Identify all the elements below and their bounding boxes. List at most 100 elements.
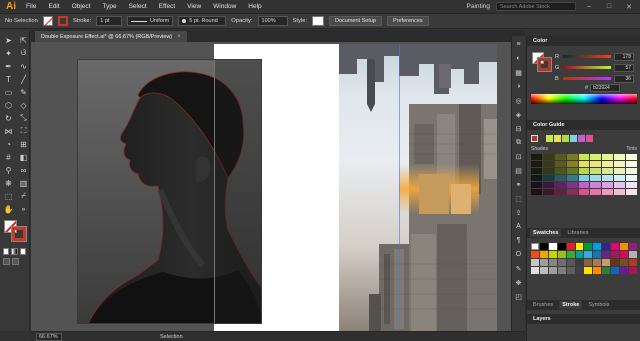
- swatch-none[interactable]: [531, 243, 539, 250]
- variation-swatch[interactable]: [566, 175, 578, 181]
- direct-selection-tool-icon[interactable]: ⇱: [17, 34, 30, 46]
- rotate-tool-icon[interactable]: ↻: [2, 112, 15, 124]
- swatch[interactable]: [566, 251, 575, 258]
- variation-swatch[interactable]: [590, 175, 602, 181]
- line-tool-icon[interactable]: ╱: [17, 73, 30, 85]
- swatch[interactable]: [539, 267, 548, 274]
- gradient-icon[interactable]: ▤: [514, 166, 523, 175]
- color-mode-icon[interactable]: [3, 248, 10, 255]
- fill-swatch[interactable]: [42, 16, 53, 26]
- menu-view[interactable]: View: [181, 3, 207, 10]
- blue-slider[interactable]: [563, 77, 611, 80]
- graphic-styles-icon[interactable]: ◈: [514, 110, 523, 119]
- color-guide-title[interactable]: Color Guide: [530, 122, 567, 128]
- variation-swatch[interactable]: [542, 189, 554, 195]
- variation-swatch[interactable]: [614, 189, 626, 195]
- menu-effect[interactable]: Effect: [153, 3, 182, 10]
- brushes-icon[interactable]: ✎: [514, 264, 523, 273]
- shape-builder-tool-icon[interactable]: ◔: [2, 138, 15, 150]
- harmony-swatch[interactable]: [546, 135, 553, 142]
- fill-stroke-control[interactable]: [2, 219, 27, 245]
- variation-swatch[interactable]: [554, 182, 566, 188]
- base-color-swatch[interactable]: [531, 135, 538, 142]
- layers-title[interactable]: Layers: [533, 316, 551, 322]
- close-window-icon[interactable]: ✕: [622, 2, 636, 12]
- swatch[interactable]: [611, 251, 620, 258]
- variation-swatch[interactable]: [531, 168, 542, 174]
- variation-swatch[interactable]: [602, 168, 614, 174]
- appearance-icon[interactable]: ◎: [514, 96, 523, 105]
- swatch[interactable]: [584, 259, 593, 266]
- variation-swatch[interactable]: [531, 154, 542, 160]
- menu-select[interactable]: Select: [123, 3, 153, 10]
- variation-swatch[interactable]: [566, 154, 578, 160]
- swatch[interactable]: [629, 259, 637, 266]
- color-guide-icon[interactable]: ▦: [514, 68, 523, 77]
- swatch[interactable]: [557, 259, 566, 266]
- swatch[interactable]: [620, 243, 629, 250]
- close-document-icon[interactable]: ×: [177, 34, 181, 40]
- maximize-icon[interactable]: □: [602, 2, 616, 12]
- asset-export-icon[interactable]: ⇪: [514, 208, 523, 217]
- variation-swatch[interactable]: [578, 161, 590, 167]
- variation-swatch[interactable]: [578, 189, 590, 195]
- variation-swatch[interactable]: [566, 189, 578, 195]
- column-graph-tool-icon[interactable]: ▥: [17, 177, 30, 189]
- variable-width-profile-dropdown[interactable]: Uniform: [127, 16, 174, 26]
- artboard-tool-icon[interactable]: ⬚: [2, 190, 15, 202]
- swatch[interactable]: [548, 259, 557, 266]
- variation-swatch[interactable]: [554, 154, 566, 160]
- variation-swatch[interactable]: [566, 168, 578, 174]
- swatch[interactable]: [620, 259, 629, 266]
- symbols-icon[interactable]: ❋: [514, 278, 523, 287]
- harmony-swatch[interactable]: [554, 135, 561, 142]
- perspective-grid-tool-icon[interactable]: ⊞: [17, 138, 30, 150]
- swatch[interactable]: [575, 251, 584, 258]
- swatch[interactable]: [566, 259, 575, 266]
- swatch[interactable]: [575, 259, 584, 266]
- swatch[interactable]: [602, 243, 611, 250]
- variation-swatch[interactable]: [626, 161, 637, 167]
- swatch[interactable]: [539, 251, 548, 258]
- tab-libraries[interactable]: Libraries: [564, 229, 591, 237]
- preferences-button[interactable]: Preferences: [386, 16, 429, 26]
- swatch[interactable]: [593, 259, 602, 266]
- symbol-sprayer-tool-icon[interactable]: ❋: [2, 177, 15, 189]
- swatch[interactable]: [557, 243, 566, 250]
- shaper-tool-icon[interactable]: ⬡: [2, 99, 15, 111]
- swatch[interactable]: [539, 243, 548, 250]
- swatch[interactable]: [575, 243, 584, 250]
- free-transform-tool-icon[interactable]: ⛶: [17, 125, 30, 137]
- variation-swatch[interactable]: [554, 168, 566, 174]
- variation-swatch[interactable]: [590, 161, 602, 167]
- color-icon[interactable]: ◐: [514, 54, 523, 63]
- opentype-icon[interactable]: O: [514, 250, 523, 259]
- swatch[interactable]: [620, 267, 629, 274]
- swatch[interactable]: [531, 259, 539, 266]
- character-icon[interactable]: A: [514, 222, 523, 231]
- menu-window[interactable]: Window: [207, 3, 242, 10]
- width-tool-icon[interactable]: ⋈: [2, 125, 15, 137]
- variation-swatch[interactable]: [531, 175, 542, 181]
- artboards-icon[interactable]: ⬚: [514, 194, 523, 203]
- color-panel-title[interactable]: Color: [530, 38, 550, 44]
- opacity-field[interactable]: 100%: [257, 16, 288, 26]
- variation-swatch[interactable]: [531, 182, 542, 188]
- align-icon[interactable]: ⊟: [514, 124, 523, 133]
- swatch[interactable]: [566, 267, 575, 274]
- stroke-color-icon[interactable]: [11, 226, 27, 242]
- paragraph-icon[interactable]: ¶: [514, 236, 523, 245]
- harmony-swatch[interactable]: [570, 135, 577, 142]
- variation-swatch[interactable]: [614, 175, 626, 181]
- none-mode-icon[interactable]: [19, 248, 26, 255]
- tab-symbols[interactable]: Symbols: [585, 301, 612, 309]
- hand-tool-icon[interactable]: ✋: [2, 203, 15, 215]
- swatch[interactable]: [531, 251, 539, 258]
- variation-swatch[interactable]: [602, 175, 614, 181]
- transparency-icon[interactable]: ◑: [514, 82, 523, 91]
- swatch[interactable]: [611, 243, 620, 250]
- menu-file[interactable]: File: [20, 3, 42, 10]
- swatch[interactable]: [566, 243, 575, 250]
- variation-swatch[interactable]: [626, 175, 637, 181]
- swatch[interactable]: [593, 243, 602, 250]
